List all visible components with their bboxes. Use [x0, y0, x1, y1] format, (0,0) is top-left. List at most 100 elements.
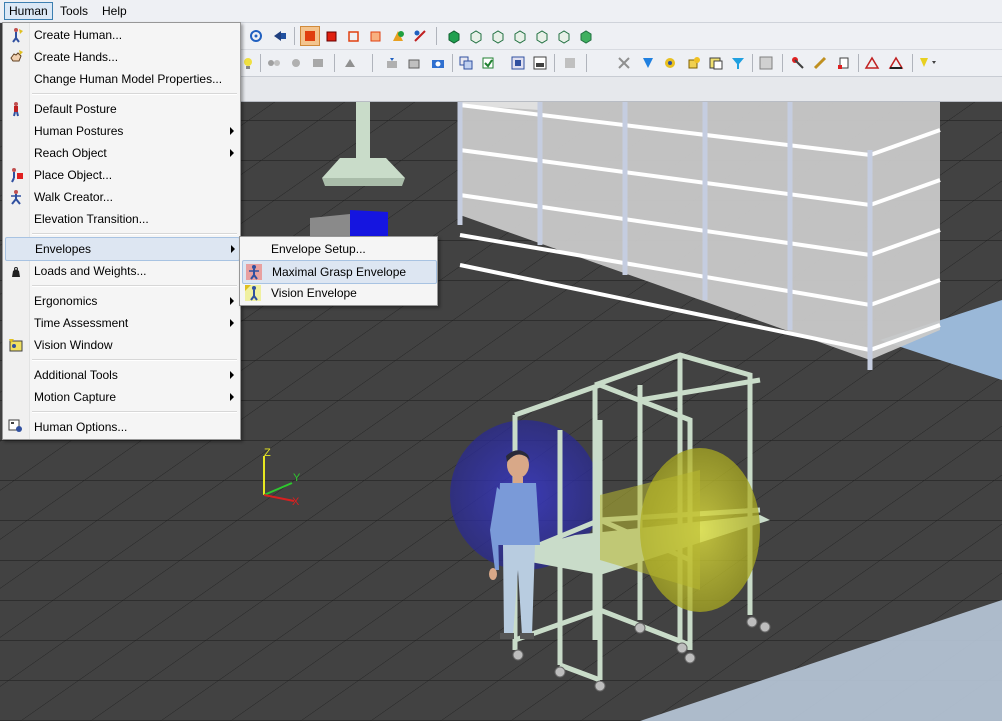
menu-item-change-human-model-properties[interactable]: Change Human Model Properties... [5, 68, 238, 90]
submenu-arrow-icon [230, 297, 234, 305]
pick-color-icon[interactable] [410, 26, 430, 46]
menu-item-reach-object[interactable]: Reach Object [5, 142, 238, 164]
menu-item-motion-capture[interactable]: Motion Capture [5, 386, 238, 408]
human-menu-dropdown: Create Human... Create Hands... Change H… [2, 22, 241, 440]
menu-help-label: Help [102, 4, 127, 18]
menu-item-label: Ergonomics [34, 294, 98, 308]
toolbar-view [240, 23, 1002, 50]
submenu-arrow-icon [230, 127, 234, 135]
axis-y-label: Y [293, 472, 301, 484]
joint2-icon[interactable] [286, 53, 306, 73]
menu-item-default-posture[interactable]: Default Posture [5, 98, 238, 120]
options-dropdown-icon[interactable] [918, 53, 938, 73]
submenu-item-label: Envelope Setup... [271, 242, 366, 256]
menu-item-label: Reach Object [34, 146, 107, 160]
tool-n-icon[interactable] [756, 53, 776, 73]
view-top-icon[interactable] [554, 26, 574, 46]
menu-item-label: Human Options... [34, 420, 128, 434]
create-human-icon [8, 27, 24, 43]
menu-item-walk-creator[interactable]: Walk Creator... [5, 186, 238, 208]
envelopes-submenu: Envelope Setup... Maximal Grasp Envelope… [239, 236, 438, 306]
view-iso-icon[interactable] [444, 26, 464, 46]
view-front-icon[interactable] [466, 26, 486, 46]
menu-item-vision-window[interactable]: Vision Window [5, 334, 238, 356]
color-icon[interactable] [388, 26, 408, 46]
tool-m-icon[interactable] [706, 53, 726, 73]
menu-tools-label: Tools [60, 4, 89, 18]
menu-item-human-postures[interactable]: Human Postures [5, 120, 238, 142]
menu-separator [32, 411, 237, 413]
weight-icon [8, 263, 24, 279]
menu-item-loads-and-weights[interactable]: Loads and Weights... [5, 260, 238, 282]
menu-item-label: Motion Capture [34, 390, 117, 404]
wireframe-icon[interactable] [344, 26, 364, 46]
submenu-arrow-icon [230, 149, 234, 157]
tool-j-icon[interactable] [638, 53, 658, 73]
menu-item-label: Envelopes [35, 242, 92, 256]
tool-l-icon[interactable] [684, 53, 704, 73]
tool-g-icon[interactable] [530, 53, 550, 73]
menu-item-additional-tools[interactable]: Additional Tools [5, 364, 238, 386]
toolbar-empty-row [240, 77, 1002, 102]
view-left-icon[interactable] [510, 26, 530, 46]
tool-p-icon[interactable] [834, 53, 854, 73]
menu-item-ergonomics[interactable]: Ergonomics [5, 290, 238, 312]
joint3-icon[interactable] [308, 53, 328, 73]
view-bottom-icon[interactable] [576, 26, 596, 46]
filter-icon[interactable] [728, 53, 748, 73]
paint-icon[interactable] [340, 53, 360, 73]
menu-item-time-assessment[interactable]: Time Assessment [5, 312, 238, 334]
walk-creator-icon [8, 189, 24, 205]
menu-item-create-hands[interactable]: Create Hands... [5, 46, 238, 68]
menu-separator [32, 93, 237, 95]
submenu-item-maximal-grasp-envelope[interactable]: Maximal Grasp Envelope [242, 260, 437, 284]
tool-i-icon[interactable] [614, 53, 634, 73]
menu-help[interactable]: Help [98, 3, 131, 19]
tool-d-icon[interactable] [456, 53, 476, 73]
tool-a-icon[interactable] [382, 53, 402, 73]
menu-separator [32, 359, 237, 361]
menu-separator [32, 285, 237, 287]
tool-k-icon[interactable] [660, 53, 680, 73]
tool-q-icon[interactable] [862, 53, 882, 73]
shaded-edges-icon[interactable] [322, 26, 342, 46]
menu-item-human-options[interactable]: Human Options... [5, 416, 238, 438]
menu-item-label: Walk Creator... [34, 190, 113, 204]
menu-item-label: Additional Tools [34, 368, 118, 382]
view-back-icon[interactable] [488, 26, 508, 46]
submenu-arrow-icon [231, 245, 235, 253]
toolbar-tools [240, 50, 1002, 77]
target-icon[interactable] [246, 26, 266, 46]
menu-separator [32, 233, 237, 235]
menu-item-envelopes[interactable]: Envelopes [5, 237, 240, 261]
menu-item-create-human[interactable]: Create Human... [5, 24, 238, 46]
tool-o-icon[interactable] [788, 53, 808, 73]
menu-item-label: Change Human Model Properties... [34, 72, 223, 86]
human-options-icon [8, 419, 24, 435]
tool-f-icon[interactable] [508, 53, 528, 73]
menu-item-label: Create Hands... [34, 50, 119, 64]
transparent-icon[interactable] [366, 26, 386, 46]
submenu-item-vision-envelope[interactable]: Vision Envelope [242, 282, 435, 304]
axis-x-label: X [292, 496, 300, 508]
tool-h-icon[interactable] [560, 53, 580, 73]
menu-tools[interactable]: Tools [56, 3, 92, 19]
menu-item-label: Elevation Transition... [34, 212, 149, 226]
ruler-icon[interactable] [810, 53, 830, 73]
menu-human[interactable]: Human [4, 2, 53, 20]
solid-shading-icon[interactable] [300, 26, 320, 46]
submenu-item-label: Maximal Grasp Envelope [272, 265, 407, 279]
menu-item-label: Vision Window [34, 338, 113, 352]
view-right-icon[interactable] [532, 26, 552, 46]
submenu-item-envelope-setup[interactable]: Envelope Setup... [242, 238, 435, 260]
joint-icon[interactable] [264, 53, 284, 73]
menu-item-label: Default Posture [34, 102, 117, 116]
menu-item-place-object[interactable]: Place Object... [5, 164, 238, 186]
tool-r-icon[interactable] [886, 53, 906, 73]
menu-item-elevation-transition[interactable]: Elevation Transition... [5, 208, 238, 230]
view-arrow-icon[interactable] [270, 26, 290, 46]
tool-c-icon[interactable] [428, 53, 448, 73]
tool-b-icon[interactable] [404, 53, 424, 73]
bulb-icon[interactable] [238, 53, 258, 73]
tool-e-icon[interactable] [478, 53, 498, 73]
